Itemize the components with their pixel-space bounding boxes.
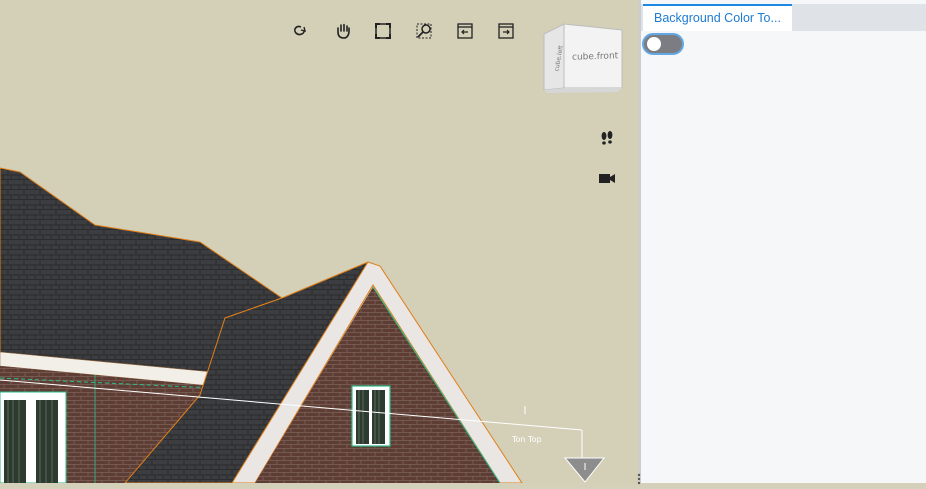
toggle-knob: [647, 37, 661, 51]
background-color-toggle[interactable]: [642, 33, 684, 55]
orbit-icon: [291, 22, 309, 44]
zoom-window-icon: [415, 22, 433, 44]
dimension-label: Ton Top: [511, 435, 542, 444]
prev-view-icon: [456, 22, 474, 44]
fit-view-icon: [374, 22, 392, 44]
footprints-icon: [598, 129, 616, 151]
hand-icon: [334, 22, 352, 44]
view-cube-front-label: cube.front: [572, 51, 619, 63]
pan-button[interactable]: [332, 22, 354, 44]
camera-button[interactable]: [596, 169, 618, 191]
next-view-icon: [497, 22, 515, 44]
3d-viewport[interactable]: Ton Top cube.front cube.left: [0, 0, 639, 483]
window-left: [0, 391, 67, 483]
window-gable: [351, 385, 391, 447]
next-view-button[interactable]: [495, 22, 517, 44]
zoom-window-button[interactable]: [413, 22, 435, 44]
tab-background-color-toggle[interactable]: Background Color To...: [643, 4, 792, 31]
previous-view-button[interactable]: [454, 22, 476, 44]
panel-tab-bar: Background Color To...: [641, 4, 926, 31]
orbit-button[interactable]: [289, 22, 311, 44]
camera-icon: [598, 169, 616, 191]
properties-panel: Background Color To...: [641, 0, 926, 483]
tab-bar-empty-area: [792, 4, 926, 31]
walk-button[interactable]: [596, 129, 618, 151]
fit-view-button[interactable]: [372, 22, 394, 44]
